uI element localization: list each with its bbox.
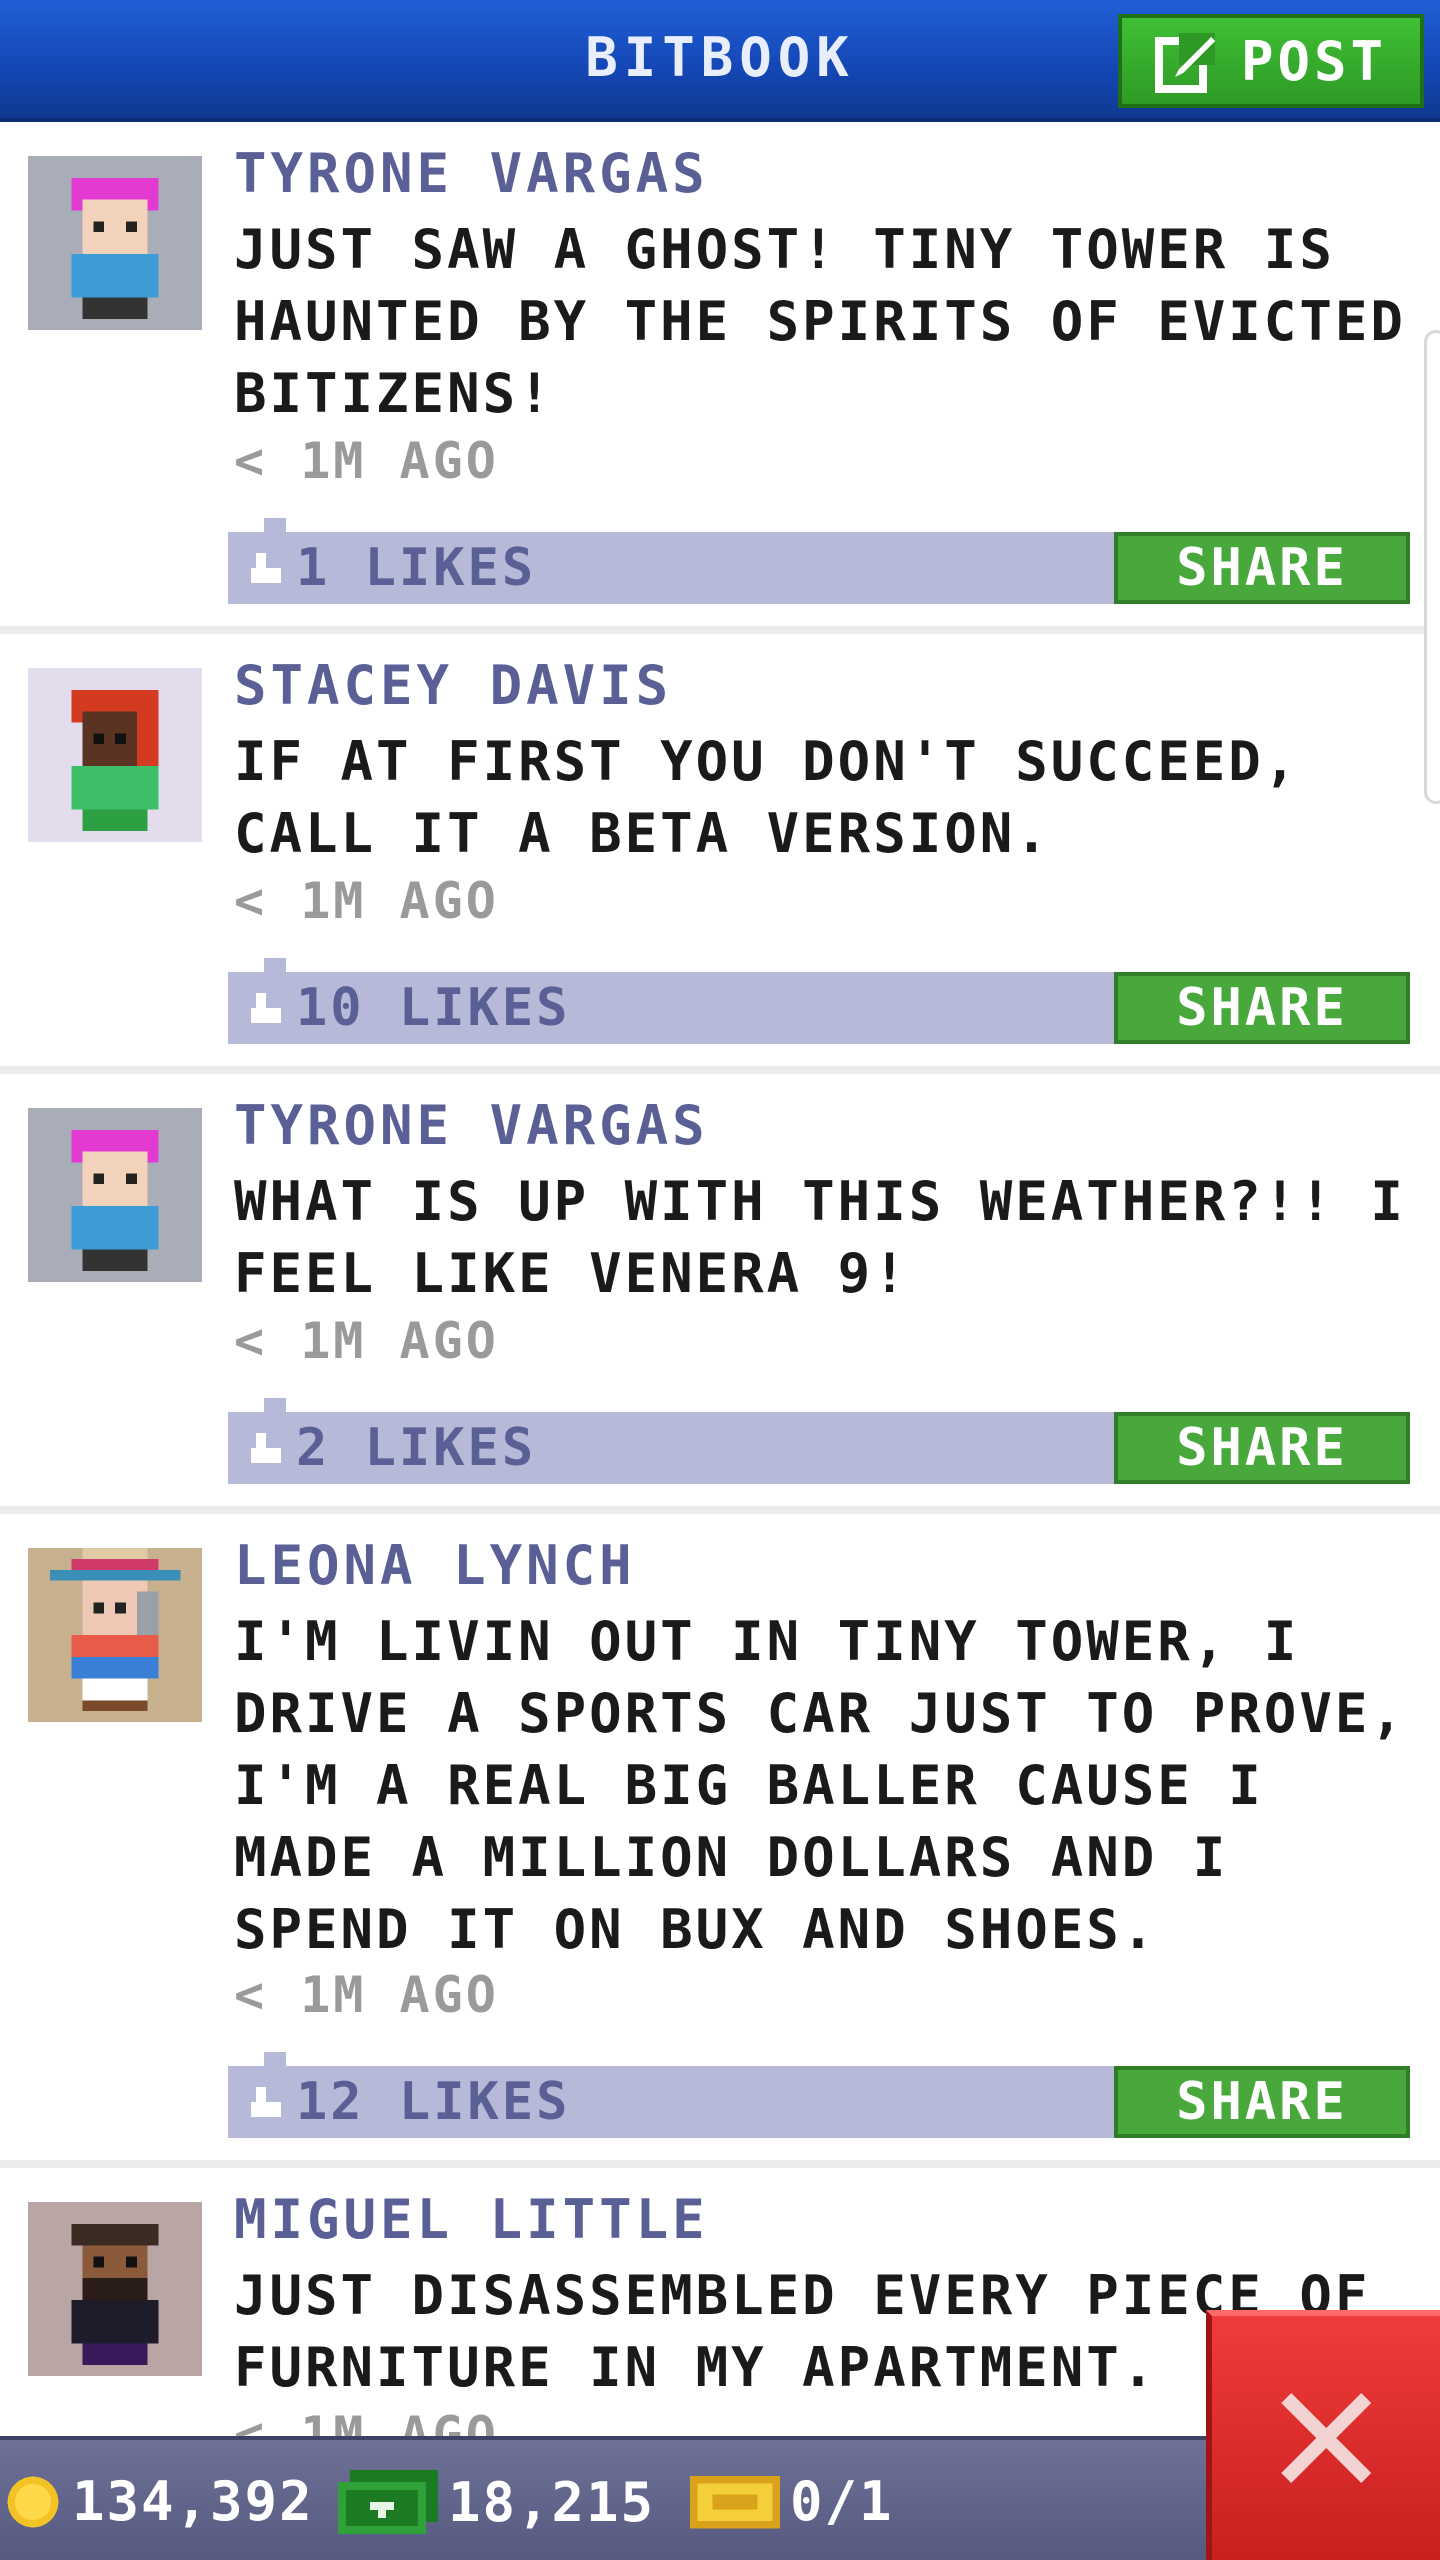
likes-count: 12 LIKES — [296, 2072, 571, 2132]
post-message: WHAT IS UP WITH THIS WEATHER?!! I FEEL L… — [234, 1170, 1406, 1305]
post-button-label: POST — [1240, 29, 1388, 93]
thumbs-up-icon — [251, 2087, 281, 2117]
post-author[interactable]: LEONA LYNCH — [234, 1534, 636, 1597]
post-message: I'M LIVIN OUT IN TINY TOWER, I DRIVE A S… — [234, 1610, 1406, 1961]
bux-value: 18,215 — [448, 2470, 656, 2534]
thumbs-up-icon — [251, 1433, 281, 1463]
post-button[interactable]: POST — [1118, 14, 1424, 108]
share-button[interactable]: SHARE — [1114, 2066, 1410, 2138]
likes-bar: 2 LIKES SHARE — [228, 1398, 1410, 1484]
post-timestamp: < 1M AGO — [234, 872, 499, 930]
tickets-value: 0/1 — [790, 2470, 894, 2533]
likes-bar: 10 LIKES SHARE — [228, 958, 1410, 1044]
likes-count: 10 LIKES — [296, 978, 571, 1038]
close-icon — [1281, 2393, 1371, 2483]
share-button[interactable]: SHARE — [1114, 532, 1410, 604]
post-author[interactable]: MIGUEL LITTLE — [234, 2188, 709, 2251]
close-button[interactable] — [1206, 2310, 1440, 2560]
coins-stat: 134,392 — [4, 2470, 314, 2533]
app-header: BITBOOK POST — [0, 0, 1440, 122]
post-author[interactable]: STACEY DAVIS — [234, 654, 672, 717]
edit-icon — [1154, 33, 1215, 93]
post-author[interactable]: TYRONE VARGAS — [234, 142, 709, 205]
divider — [0, 1506, 1440, 1514]
bitizen-avatar[interactable] — [28, 1108, 202, 1282]
like-button[interactable]: 1 LIKES — [246, 538, 536, 598]
divider — [0, 2160, 1440, 2168]
bitizen-avatar[interactable] — [28, 156, 202, 330]
share-button[interactable]: SHARE — [1114, 972, 1410, 1044]
likes-count: 2 LIKES — [296, 1418, 537, 1478]
divider — [0, 626, 1440, 634]
divider — [0, 1066, 1440, 1074]
post-timestamp: < 1M AGO — [234, 1312, 499, 1370]
likes-count: 1 LIKES — [296, 538, 537, 598]
bitizen-avatar[interactable] — [28, 668, 202, 842]
likes-bar: 12 LIKES SHARE — [228, 2052, 1410, 2138]
post-timestamp: < 1M AGO — [234, 1966, 499, 2024]
bux-icon — [338, 2470, 438, 2534]
bux-stat: 18,215 — [338, 2470, 655, 2534]
post-message: JUST SAW A GHOST! TINY TOWER IS HAUNTED … — [234, 218, 1406, 425]
tickets-stat: 0/1 — [690, 2470, 894, 2533]
thumbs-up-icon — [251, 553, 281, 583]
post-author[interactable]: TYRONE VARGAS — [234, 1094, 709, 1157]
like-button[interactable]: 2 LIKES — [246, 1418, 536, 1478]
feed-post: STACEY DAVIS IF AT FIRST YOU DON'T SUCCE… — [0, 636, 1440, 1076]
thumbs-up-icon — [251, 993, 281, 1023]
bitizen-avatar[interactable] — [28, 1548, 202, 1722]
coins-value: 134,392 — [72, 2470, 314, 2533]
coin-icon — [7, 2476, 59, 2527]
post-message: IF AT FIRST YOU DON'T SUCCEED, CALL IT A… — [234, 730, 1300, 865]
feed-post: TYRONE VARGAS WHAT IS UP WITH THIS WEATH… — [0, 1076, 1440, 1516]
like-button[interactable]: 12 LIKES — [246, 2072, 570, 2132]
feed-post: TYRONE VARGAS JUST SAW A GHOST! TINY TOW… — [0, 124, 1440, 634]
like-button[interactable]: 10 LIKES — [246, 978, 570, 1038]
likes-bar: 1 LIKES SHARE — [228, 518, 1410, 604]
ticket-icon — [690, 2475, 780, 2528]
post-timestamp: < 1M AGO — [234, 432, 499, 490]
bitizen-avatar[interactable] — [28, 2202, 202, 2376]
share-button[interactable]: SHARE — [1114, 1412, 1410, 1484]
scroll-indicator[interactable] — [1424, 330, 1440, 804]
feed-post: LEONA LYNCH I'M LIVIN OUT IN TINY TOWER,… — [0, 1516, 1440, 2170]
